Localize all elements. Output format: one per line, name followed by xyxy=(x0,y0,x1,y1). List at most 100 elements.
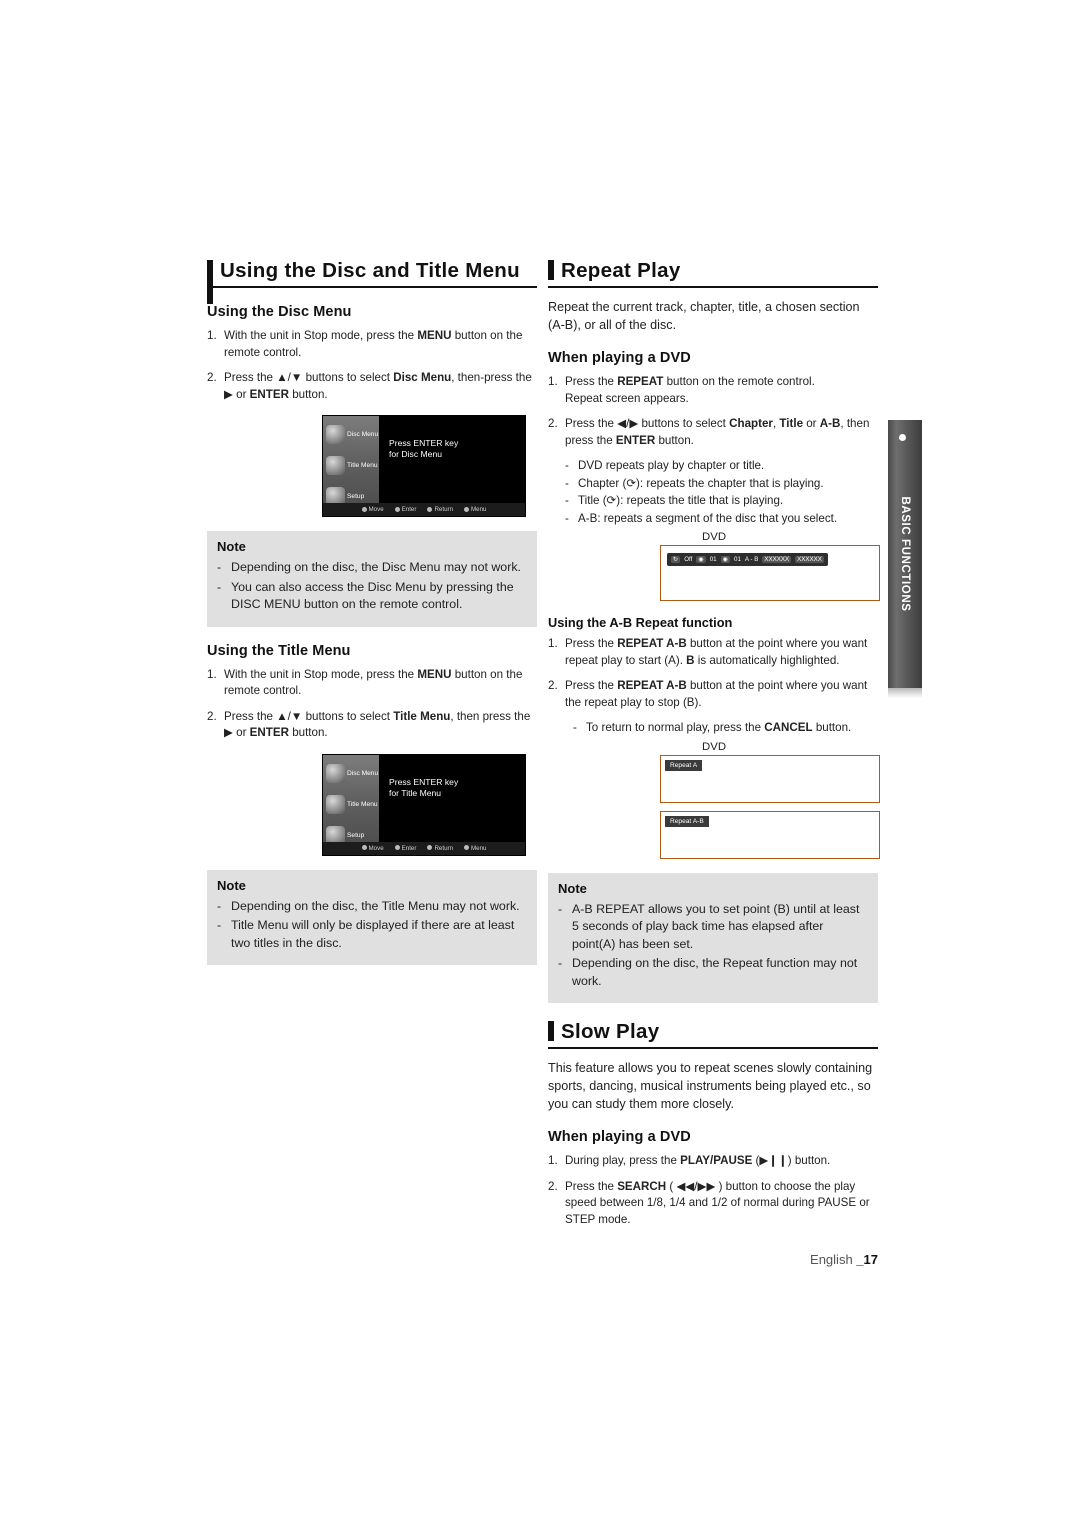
repeat-a-mockup: Repeat A xyxy=(660,754,880,803)
note-box-repeat: Note - A-B REPEAT allows you to set point… xyxy=(548,872,878,1003)
panel-label: Title Menu xyxy=(347,462,378,469)
step-number: 2. xyxy=(207,709,217,723)
note-text: Depending on the disc, the Disc Menu may… xyxy=(231,560,521,574)
step-number: 2. xyxy=(548,1179,558,1193)
step-bold-2: ENTER xyxy=(249,387,289,401)
dash-marker: - xyxy=(217,898,222,913)
note-title: Note xyxy=(217,877,246,893)
repeat-a-tag: Repeat A xyxy=(665,759,703,771)
list-item: - DVD repeats play by chapter or title. xyxy=(565,458,878,475)
panel-item-disc-menu: Disc Menu xyxy=(326,422,379,447)
step-text-a: Press the ▲/▼ buttons to select xyxy=(224,709,394,723)
note-title: Note xyxy=(558,880,587,896)
footer-hint-move: Move xyxy=(361,845,384,852)
step-number: 1. xyxy=(207,667,217,681)
step-sep-2: or xyxy=(803,417,820,430)
note-list: - Depending on the disc, the Title Menu m… xyxy=(217,898,527,953)
dash-marker: - xyxy=(573,721,577,734)
side-tab-basic-functions: BASIC FUNCTIONS xyxy=(888,420,922,688)
list-item: 1. During play, press the PLAY/PAUSE (▶❙… xyxy=(548,1153,878,1170)
list-item: 2. Press the REPEAT A-B button at the po… xyxy=(548,678,878,711)
step-bold: SEARCH xyxy=(617,1179,667,1193)
repeat-ab-tag: Repeat A-B xyxy=(665,815,709,827)
osd-item-x1: XXXXXX xyxy=(762,556,792,563)
step-text-a: Press the xyxy=(565,375,618,388)
manual-page: Using the Disc and Title Menu Using the … xyxy=(0,0,1080,1528)
step-bold: REPEAT xyxy=(617,375,664,388)
screen-footer-bar: Move Enter Return Menu xyxy=(323,503,525,516)
step-bold: REPEAT A-B xyxy=(617,637,687,650)
panel-item-title-menu: Title Menu xyxy=(326,792,379,817)
screen-main-text: Press ENTER key for Disc Menu xyxy=(389,438,458,460)
screen-main-text: Press ENTER key for Title Menu xyxy=(389,777,458,799)
bullet-text: Chapter (⟳): repeats the chapter that is… xyxy=(578,476,824,490)
list-item: 2. Press the ▲/▼ buttons to select Title… xyxy=(207,709,537,742)
step-text-c: button. xyxy=(655,433,694,447)
repeat-osd-mockup: DVD ↻ Off ◉ 01 ◉ 01 A - B XXXXXX XXXXXX xyxy=(548,531,880,601)
step-bold: Title Menu xyxy=(393,709,451,723)
screen-text-line2: for Disc Menu xyxy=(389,449,443,459)
step-bold-b: B xyxy=(686,653,695,667)
title-icon: ◉ xyxy=(720,556,731,563)
ab-cancel-note: - To return to normal play, press the CA… xyxy=(548,720,878,737)
chapter-icon: ◉ xyxy=(696,556,706,563)
list-item: 1. Press the REPEAT button on the remote… xyxy=(548,374,878,407)
side-tab-shadow xyxy=(888,688,922,698)
step-number: 1. xyxy=(548,1154,558,1167)
step-bold-title: Title xyxy=(779,417,804,430)
step-text-a: Press the ◀/▶ buttons to select xyxy=(565,417,730,430)
step-text-c: button. xyxy=(288,387,328,401)
list-item: - A-B REPEAT allows you to set point (B) … xyxy=(558,901,868,954)
step-bold-enter: ENTER xyxy=(615,433,656,447)
step-substatement: Repeat screen appears. xyxy=(565,391,689,405)
step-text-a: With the unit in Stop mode, press the xyxy=(224,667,418,681)
step-text-b: (▶❙❙) button. xyxy=(752,1154,831,1167)
osd-item-chapter: 01 xyxy=(709,556,717,563)
disc-icon xyxy=(326,763,345,783)
dash-marker: - xyxy=(217,918,222,932)
note-list: - A-B REPEAT allows you to set point (B) … xyxy=(558,901,868,991)
note-box-title-menu: Note - Depending on the disc, the Title M… xyxy=(207,869,537,965)
step-bold-ab: A-B xyxy=(819,417,841,430)
dash-marker: - xyxy=(565,459,569,472)
subsection-when-playing-dvd-slow: When playing a DVD xyxy=(548,1129,691,1145)
list-item: - A-B: repeats a segment of the disc that… xyxy=(565,511,878,528)
cancel-text-b: button. xyxy=(812,721,852,734)
title-icon xyxy=(326,456,345,475)
step-bold: Disc Menu xyxy=(393,371,452,384)
osd-icon-repeat: ↻ xyxy=(671,556,681,563)
step-bold-2: ENTER xyxy=(249,726,289,739)
footer-page-number: _17 xyxy=(856,1252,878,1267)
page-footer: English _17 xyxy=(548,1252,878,1267)
move-icon xyxy=(361,506,367,512)
osd-item-off: Off xyxy=(684,556,693,563)
screen-side-panel: Disc Menu Title Menu Setup xyxy=(323,416,379,516)
slow-play-intro: This feature allows you to repeat scenes… xyxy=(548,1061,873,1111)
title-icon xyxy=(326,794,345,814)
list-item: 1. With the unit in Stop mode, press the… xyxy=(207,667,537,700)
subsection-using-title-menu: Using the Title Menu xyxy=(207,642,351,659)
step-text-a: With the unit in Stop mode, press the xyxy=(224,329,418,342)
panel-label: Setup xyxy=(347,831,365,839)
disc-icon xyxy=(326,425,345,444)
note-box-disc-menu: Note - Depending on the disc, the Disc Me… xyxy=(207,531,537,627)
footer-hint-enter: Enter xyxy=(394,845,416,852)
subsection-when-playing-dvd-repeat: When playing a DVD xyxy=(548,350,691,366)
menu-icon xyxy=(464,506,470,512)
panel-label: Disc Menu xyxy=(347,769,379,777)
list-item: 1. With the unit in Stop mode, press the… xyxy=(207,328,537,361)
panel-label: Setup xyxy=(347,493,365,500)
repeat-bullets: - DVD repeats play by chapter or title. -… xyxy=(548,458,878,527)
ab-dvd-label: DVD xyxy=(702,740,727,753)
footer-language: English xyxy=(810,1252,853,1267)
screen-footer-bar: Move Enter Return Menu xyxy=(323,841,525,855)
step-bold: MENU xyxy=(417,329,452,342)
slow-play-steps: 1. During play, press the PLAY/PAUSE (▶❙… xyxy=(548,1153,878,1228)
repeat-intro: Repeat the current track, chapter, title… xyxy=(548,300,860,332)
section-title-slow-play: Slow Play xyxy=(548,1019,878,1049)
dash-marker: - xyxy=(217,560,222,574)
title-menu-screen-mockup: Disc Menu Title Menu Setup Press ENTER k… xyxy=(322,753,526,856)
cancel-bold: CANCEL xyxy=(764,721,813,734)
step-text-b: button on the remote control. xyxy=(663,375,815,388)
step-text-c: is automatically highlighted. xyxy=(694,653,840,667)
